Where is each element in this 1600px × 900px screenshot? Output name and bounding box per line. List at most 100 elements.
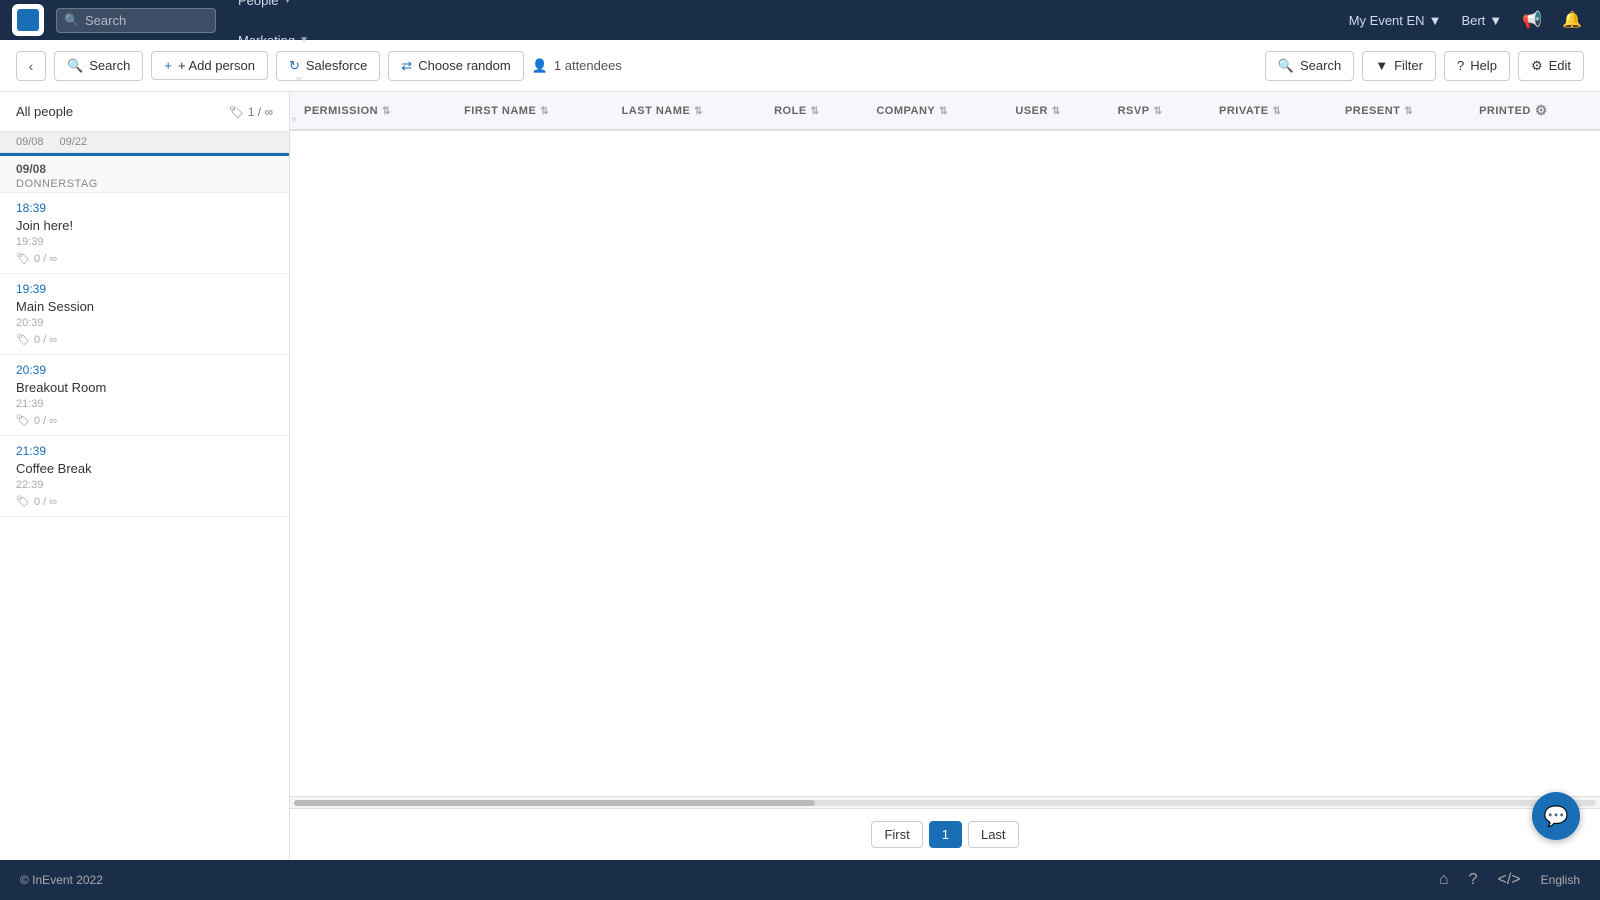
filter-button[interactable]: ▼ Filter bbox=[1362, 51, 1436, 81]
sidebar-session-1[interactable]: 19:39 Main Session 20:39 🏷 0 / ∞ bbox=[0, 274, 289, 355]
person-icon: 👤 bbox=[532, 58, 548, 74]
sidebar-session-0[interactable]: 18:39 Join here! 19:39 🏷 0 / ∞ bbox=[0, 193, 289, 274]
nav-search-input[interactable] bbox=[56, 8, 216, 33]
session-end-time: 21:39 bbox=[16, 398, 273, 410]
table-header-row: PERMISSION⇅FIRST NAME⇅LAST NAME⇅ROLE⇅COM… bbox=[290, 92, 1600, 130]
first-page-button[interactable]: First bbox=[871, 821, 922, 848]
random-icon: ⇄ bbox=[401, 58, 412, 74]
nav-item-people[interactable]: People ▼ bbox=[228, 0, 319, 20]
tag-icon: 🏷 bbox=[16, 495, 30, 508]
help-button[interactable]: ? Help bbox=[1444, 51, 1510, 81]
nav-bell-button[interactable]: 🔔 bbox=[1556, 0, 1588, 40]
session-tag-count: 0 / ∞ bbox=[34, 496, 57, 508]
sort-icon: ⇅ bbox=[382, 106, 391, 117]
last-page-button[interactable]: Last bbox=[968, 821, 1019, 848]
th-present[interactable]: PRESENT⇅ bbox=[1331, 92, 1465, 130]
all-people-badge: 🏷 1 / ∞ bbox=[229, 105, 273, 119]
gear-icon[interactable]: ⚙ bbox=[1535, 102, 1548, 119]
sync-icon: ↻ bbox=[289, 58, 300, 74]
th-printed[interactable]: PRINTED ⚙ bbox=[1465, 92, 1600, 130]
column-label-last_name: LAST NAME bbox=[622, 105, 691, 117]
chevron-down-icon: ▼ bbox=[289, 115, 299, 126]
chat-icon: 💬 bbox=[1544, 804, 1569, 829]
back-button[interactable]: ‹ bbox=[16, 51, 46, 81]
toolbar-search-button[interactable]: 🔍 Search bbox=[54, 51, 143, 81]
sidebar-item-all-people[interactable]: All people 🏷 1 / ∞ bbox=[0, 92, 289, 132]
table-header: PERMISSION⇅FIRST NAME⇅LAST NAME⇅ROLE⇅COM… bbox=[290, 92, 1600, 130]
th-permission[interactable]: PERMISSION ⇅ bbox=[290, 92, 450, 130]
column-label-present: PRESENT bbox=[1345, 105, 1400, 117]
horizontal-scrollbar[interactable] bbox=[290, 796, 1600, 808]
session-start-time: 18:39 bbox=[16, 201, 273, 215]
session-tags: 🏷 0 / ∞ bbox=[16, 252, 273, 265]
salesforce-button[interactable]: ↻ Salesforce bbox=[276, 51, 380, 81]
session-start-time: 19:39 bbox=[16, 282, 273, 296]
nav-search-wrap: 🔍 bbox=[56, 8, 216, 33]
home-icon[interactable]: ⌂ bbox=[1439, 871, 1449, 889]
session-name: Coffee Break bbox=[16, 461, 273, 476]
th-last_name[interactable]: LAST NAME⇅ bbox=[608, 92, 761, 130]
pagination-bar: First 1 Last bbox=[290, 808, 1600, 860]
tag-icon: 🏷 bbox=[16, 252, 30, 265]
column-label-user: USER bbox=[1015, 105, 1048, 117]
attendees-count: 👤 1 attendees bbox=[532, 58, 622, 74]
sort-icon: ⇅ bbox=[1273, 106, 1282, 117]
session-tag-count: 0 / ∞ bbox=[34, 415, 57, 427]
th-user[interactable]: USER⇅ bbox=[1001, 92, 1103, 130]
footer: © InEvent 2022 ⌂ ? </> English bbox=[0, 860, 1600, 900]
chevron-down-icon: ▼ bbox=[282, 0, 292, 6]
question-icon[interactable]: ? bbox=[1469, 871, 1478, 889]
bell-icon: 🔔 bbox=[1562, 10, 1582, 30]
choose-random-button[interactable]: ⇄ Choose random bbox=[388, 51, 523, 81]
all-people-label: All people bbox=[16, 104, 73, 119]
session-start-time: 20:39 bbox=[16, 363, 273, 377]
scroll-thumb[interactable] bbox=[294, 800, 815, 806]
language-selector[interactable]: English bbox=[1541, 873, 1580, 887]
session-tags: 🏷 0 / ∞ bbox=[16, 333, 273, 346]
help-icon: ? bbox=[1457, 58, 1464, 73]
copyright-text: © InEvent 2022 bbox=[20, 873, 103, 887]
add-person-button[interactable]: + + Add person bbox=[151, 51, 268, 80]
sort-icon: ⇅ bbox=[540, 106, 549, 117]
th-first_name[interactable]: FIRST NAME⇅ bbox=[450, 92, 608, 130]
sort-icon: ⇅ bbox=[694, 106, 703, 117]
sidebar-session-2[interactable]: 20:39 Breakout Room 21:39 🏷 0 / ∞ bbox=[0, 355, 289, 436]
sort-icon: ⇅ bbox=[811, 106, 820, 117]
column-label-printed: PRINTED bbox=[1479, 105, 1531, 117]
app-logo[interactable] bbox=[12, 4, 44, 36]
nav-label-people: People bbox=[238, 0, 278, 8]
toolbar: ‹ 🔍 Search + + Add person ↻ Salesforce ⇄… bbox=[0, 40, 1600, 92]
th-role[interactable]: ROLE⇅ bbox=[760, 92, 862, 130]
gear-icon: ⚙ bbox=[1531, 58, 1543, 74]
session-end-time: 20:39 bbox=[16, 317, 273, 329]
toolbar-search-right-button[interactable]: 🔍 Search bbox=[1265, 51, 1354, 81]
code-icon[interactable]: </> bbox=[1498, 871, 1521, 889]
search-icon: 🔍 bbox=[1278, 58, 1294, 74]
back-icon: ‹ bbox=[29, 58, 34, 74]
nav-my-event-en[interactable]: My Event EN ▼ bbox=[1343, 0, 1448, 40]
sort-icon: ⇅ bbox=[1154, 106, 1163, 117]
sidebar-date-header: 09/08 DONNERSTAG bbox=[0, 153, 289, 193]
sidebar: All people 🏷 1 / ∞ 09/08 09/22 09/08 DON… bbox=[0, 92, 290, 860]
tag-icon: 🏷 bbox=[16, 333, 30, 346]
chat-bubble-button[interactable]: 💬 bbox=[1532, 792, 1580, 840]
content-area: PERMISSION⇅FIRST NAME⇅LAST NAME⇅ROLE⇅COM… bbox=[290, 92, 1600, 860]
session-end-time: 19:39 bbox=[16, 236, 273, 248]
column-label-permission: PERMISSION bbox=[304, 105, 378, 117]
chevron-down-icon: ▼ bbox=[1489, 13, 1502, 28]
main-layout: All people 🏷 1 / ∞ 09/08 09/22 09/08 DON… bbox=[0, 92, 1600, 860]
nav-megaphone-button[interactable]: 📢 bbox=[1516, 0, 1548, 40]
nav-user[interactable]: Bert ▼ bbox=[1455, 0, 1508, 40]
th-rsvp[interactable]: RSVP⇅ bbox=[1104, 92, 1205, 130]
edit-button[interactable]: ⚙ Edit bbox=[1518, 51, 1584, 81]
plus-icon: + bbox=[164, 58, 172, 73]
sidebar-session-3[interactable]: 21:39 Coffee Break 22:39 🏷 0 / ∞ bbox=[0, 436, 289, 517]
th-private[interactable]: PRIVATE⇅ bbox=[1205, 92, 1331, 130]
page-1-button[interactable]: 1 bbox=[929, 821, 962, 848]
megaphone-icon: 📢 bbox=[1522, 10, 1542, 30]
nav-right: My Event EN ▼ Bert ▼ 📢 🔔 bbox=[1343, 0, 1588, 40]
th-company[interactable]: COMPANY⇅ bbox=[862, 92, 1001, 130]
column-label-company: COMPANY bbox=[876, 105, 935, 117]
session-name: Main Session bbox=[16, 299, 273, 314]
session-name: Join here! bbox=[16, 218, 273, 233]
